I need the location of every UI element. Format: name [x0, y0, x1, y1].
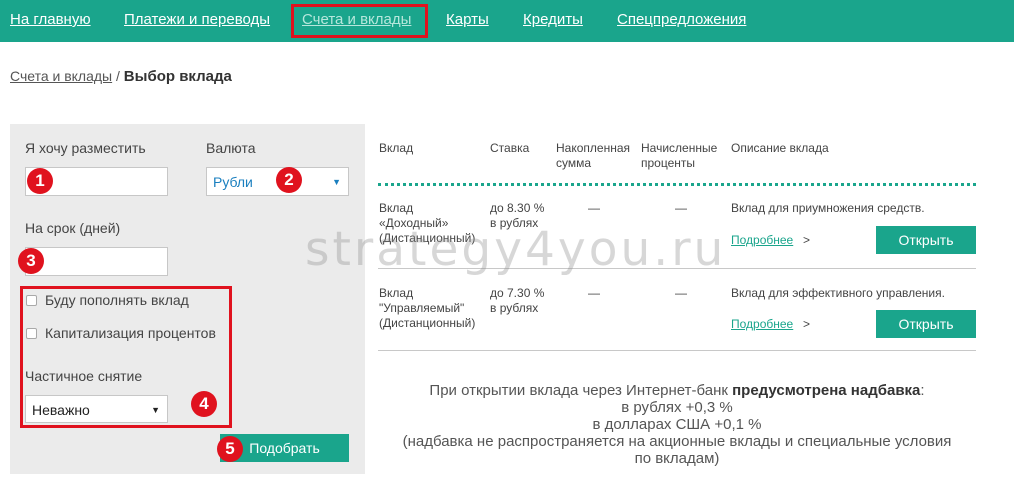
column-header-accumulated: Накопленная сумма — [556, 141, 630, 170]
annotation-badge-4: 4 — [191, 391, 217, 417]
annotation-badge-1: 1 — [27, 168, 53, 194]
row-1-description: Вклад для приумножения средств. — [731, 201, 925, 215]
notice-suffix: : — [920, 382, 925, 399]
row-2-name-line: Вклад — [379, 286, 414, 300]
breadcrumb-separator: / — [116, 68, 120, 84]
row-2-accrued: — — [675, 286, 687, 300]
row-2-rate-currency: в рублях — [490, 301, 539, 315]
notice-prefix: При открытии вклада через Интернет-банк — [429, 382, 728, 399]
currency-select-value: Рубли — [213, 174, 253, 190]
row-divider — [378, 350, 976, 351]
nav-item-credits[interactable]: Кредиты — [523, 11, 583, 29]
row-1-open-button[interactable]: Открыть — [876, 226, 976, 254]
notice-line-5: по вкладам) — [634, 450, 720, 467]
currency-label: Валюта — [206, 140, 256, 156]
amount-label: Я хочу разместить — [25, 140, 146, 156]
row-1-details-link[interactable]: Подробнее — [731, 233, 793, 247]
row-2-description: Вклад для эффективного управления. — [731, 286, 945, 300]
notice-line-1: При открытии вклада через Интернет-банк … — [378, 382, 976, 399]
chevron-right-icon: > — [803, 317, 811, 331]
notice-bold: предусмотрена надбавка — [732, 382, 921, 399]
notice-line-2: в рублях +0,3 % — [621, 399, 733, 416]
column-header-deposit: Вклад — [379, 141, 414, 155]
row-2-accumulated: — — [588, 286, 600, 300]
nav-item-special-offers[interactable]: Спецпредложения — [617, 11, 746, 29]
row-1-accumulated: — — [588, 201, 600, 215]
annotation-badge-5: 5 — [217, 436, 243, 462]
term-label: На срок (дней) — [25, 220, 121, 236]
column-header-rate: Ставка — [490, 141, 530, 155]
breadcrumb: Счета и вклады / Выбор вклада — [10, 67, 232, 86]
row-1-accrued: — — [675, 201, 687, 215]
row-2-details-link[interactable]: Подробнее — [731, 317, 793, 331]
annotation-badge-3: 3 — [18, 248, 44, 274]
column-header-description: Описание вклада — [731, 141, 829, 155]
page-title: Выбор вклада — [123, 68, 232, 85]
top-navigation: На главную Платежи и переводы Счета и вк… — [0, 0, 1014, 42]
row-1-name-line: Вклад — [379, 201, 414, 215]
nav-item-cards[interactable]: Карты — [446, 11, 489, 29]
table-row-2-rate: до 7.30 % в рублях — [490, 286, 560, 316]
header-divider — [378, 183, 976, 186]
row-1-rate-value: до 8.30 % — [490, 201, 545, 215]
column-header-accrued: Начисленные проценты — [641, 141, 718, 170]
online-bonus-notice: При открытии вклада через Интернет-банк … — [378, 382, 976, 467]
nav-item-home[interactable]: На главную — [10, 11, 91, 29]
chevron-right-icon: > — [803, 233, 811, 247]
term-input[interactable] — [25, 247, 168, 276]
nav-item-payments[interactable]: Платежи и переводы — [124, 11, 270, 29]
row-2-open-button[interactable]: Открыть — [876, 310, 976, 338]
chevron-down-icon: ▼ — [332, 177, 341, 187]
table-row-2-name: Вклад "Управляемый" (Дистанционный) — [379, 286, 479, 331]
row-2-name-line: (Дистанционный) — [379, 316, 476, 330]
breadcrumb-link-accounts[interactable]: Счета и вклады — [10, 68, 112, 84]
highlight-frame-nav — [291, 4, 428, 38]
annotation-badge-2: 2 — [276, 167, 302, 193]
notice-line-3: в долларах США +0,1 % — [592, 416, 762, 433]
row-2-name-line: "Управляемый" — [379, 301, 465, 315]
row-2-rate-value: до 7.30 % — [490, 286, 545, 300]
notice-line-4: (надбавка не распространяется на акционн… — [402, 433, 952, 450]
watermark: strategy4you.ru — [305, 222, 727, 277]
